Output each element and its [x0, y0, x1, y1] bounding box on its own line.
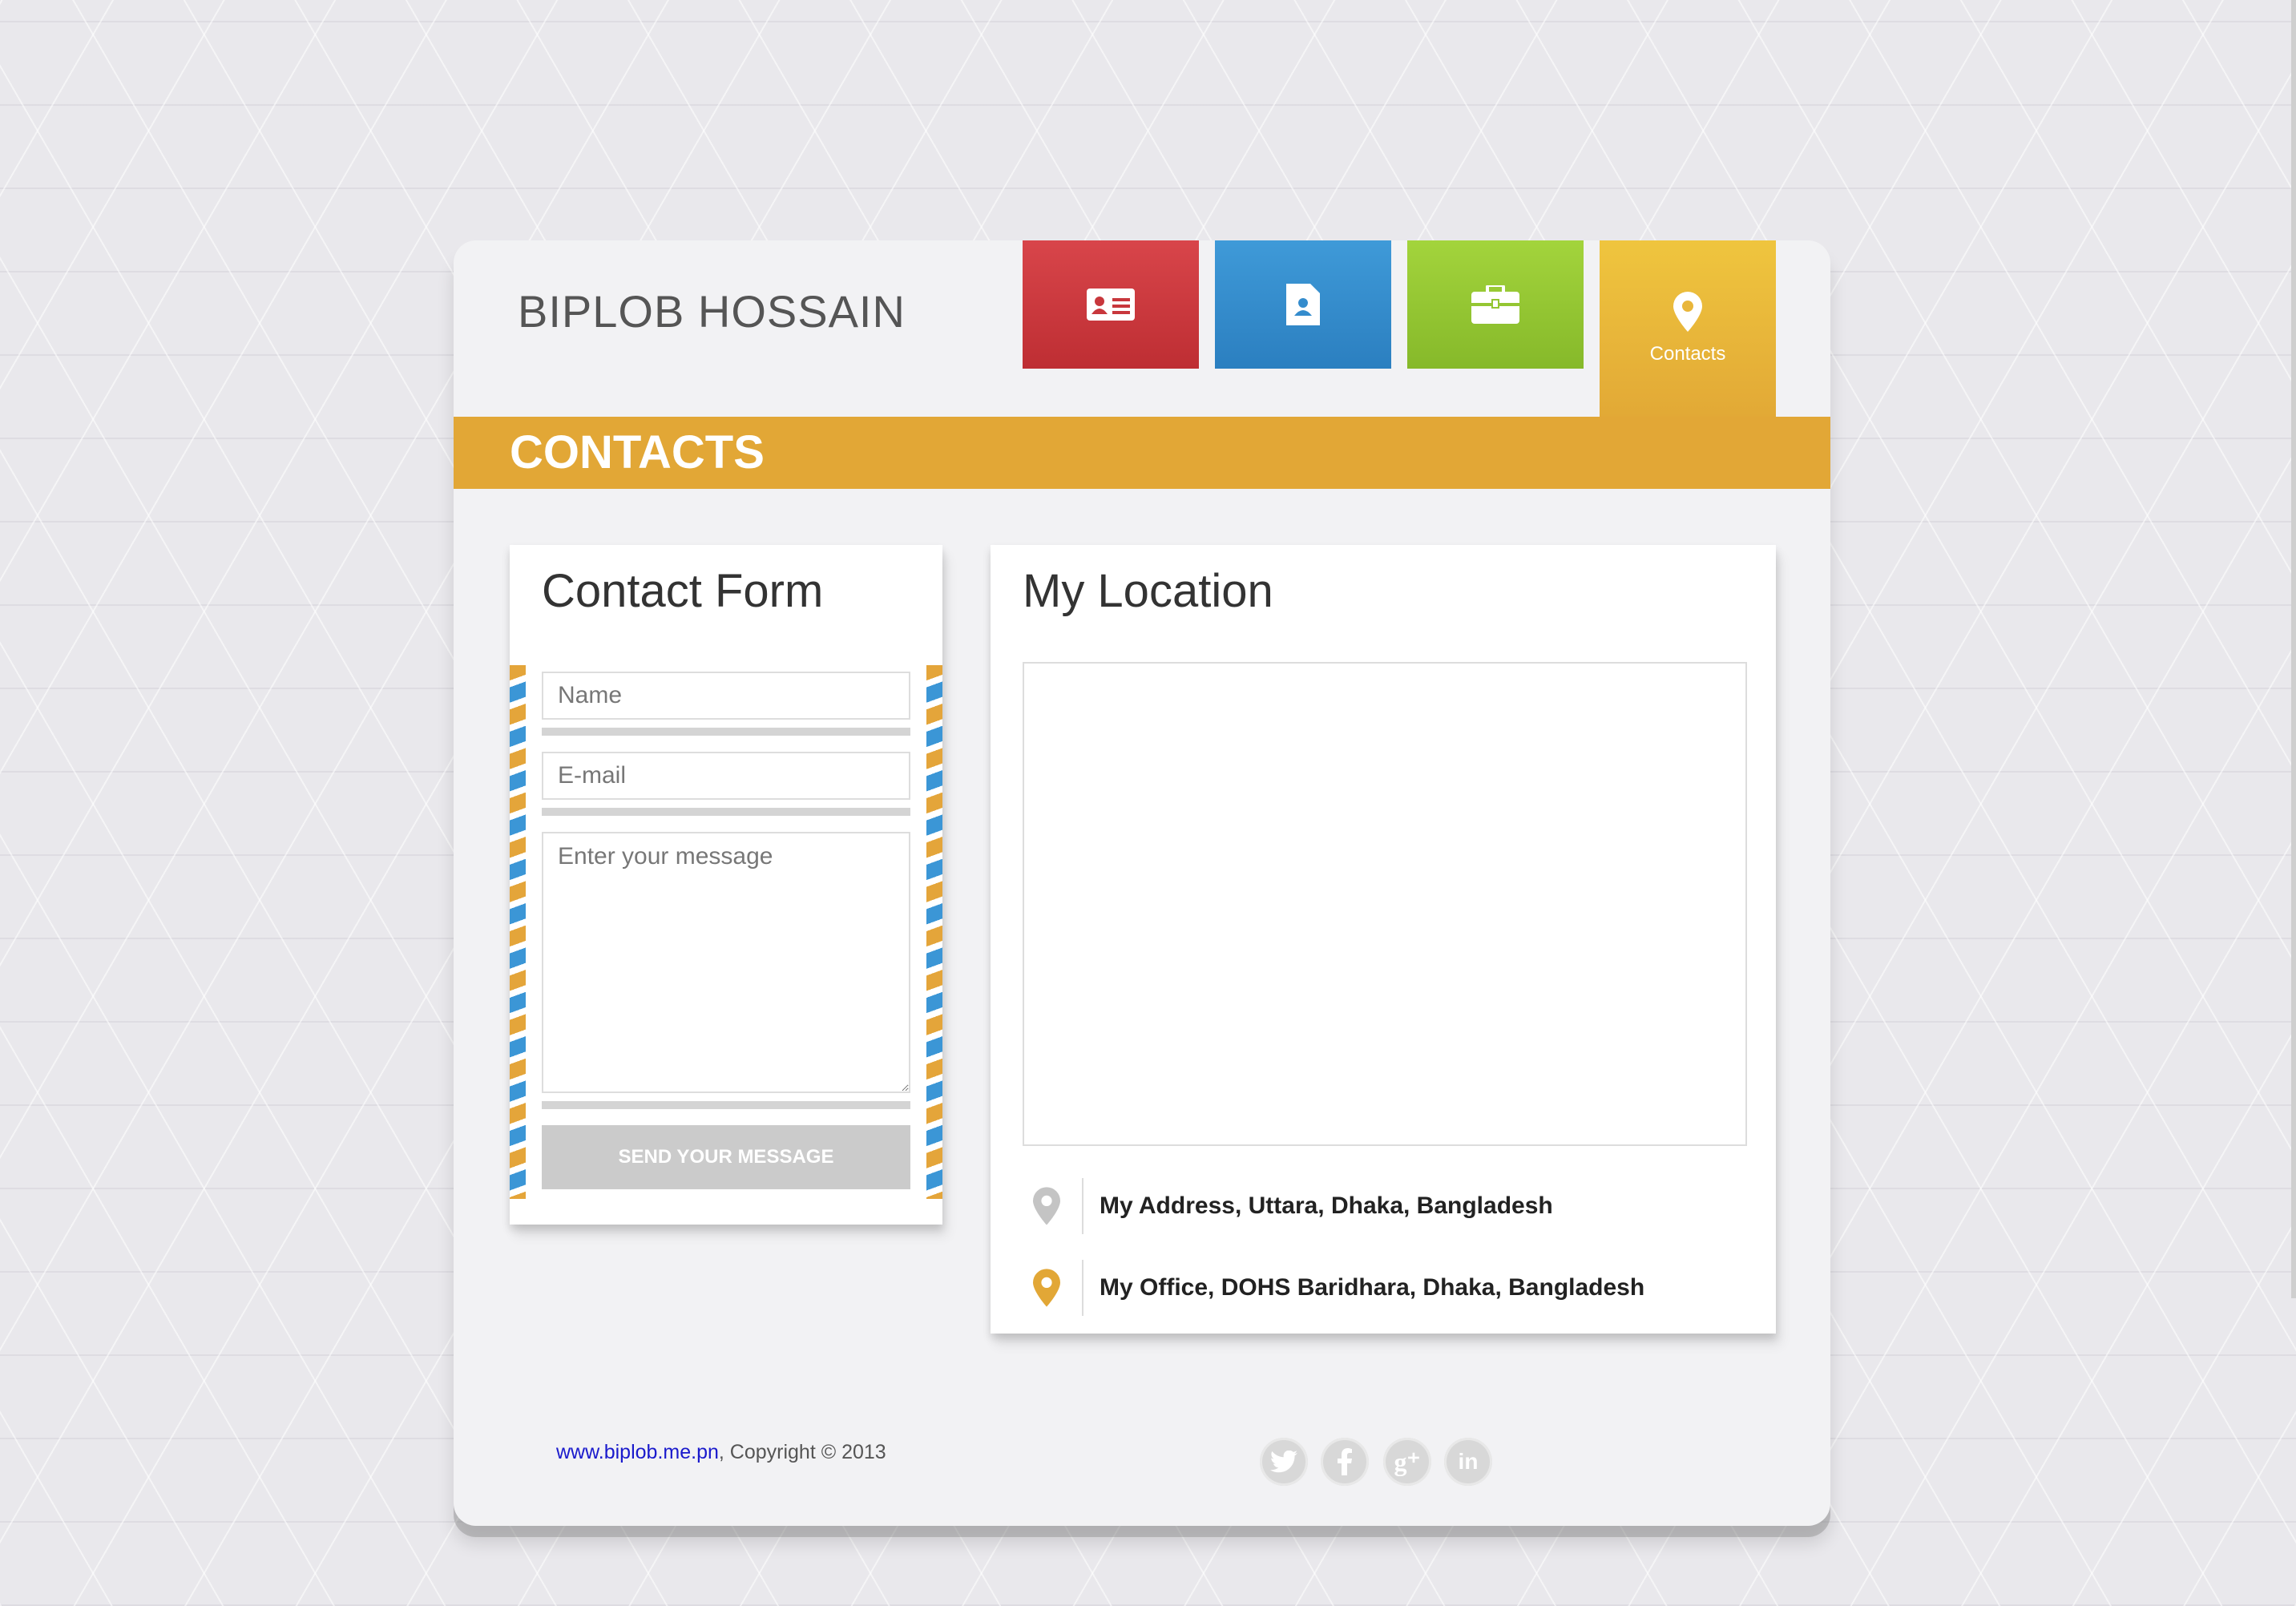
nav-tile-resume[interactable] [1215, 240, 1391, 369]
resume-document-icon [1286, 284, 1320, 325]
message-textarea[interactable] [542, 832, 910, 1093]
field-underline [542, 728, 910, 736]
footer-copyright: www.biplob.me.pn, Copyright © 2013 [556, 1441, 886, 1464]
footer-site-link[interactable]: www.biplob.me.pn [556, 1441, 719, 1463]
gray-pin-icon [1033, 1187, 1060, 1225]
contact-form-panel: Contact Form SEND YOUR MESSAGE [510, 545, 942, 1225]
field-underline [542, 1101, 910, 1109]
airmail-stripe-right [926, 665, 942, 1199]
email-input[interactable] [542, 752, 910, 800]
location-panel: My Location My Address, Uttara, Dhaka, B… [991, 545, 1776, 1334]
map-pin-icon [1673, 292, 1702, 332]
twitter-icon [1270, 1451, 1297, 1473]
nav-tile-portfolio[interactable] [1407, 240, 1584, 369]
address-row-home: My Address, Uttara, Dhaka, Bangladesh [1023, 1178, 1744, 1234]
linkedin-icon: in [1458, 1449, 1479, 1474]
main-card: BIPLOB HOSSAIN Contacts CONTACTS Contact… [454, 240, 1830, 1526]
send-message-button[interactable]: SEND YOUR MESSAGE [542, 1125, 910, 1189]
field-underline [542, 808, 910, 816]
location-title: My Location [1023, 565, 1273, 617]
site-name: BIPLOB HOSSAIN [518, 286, 906, 337]
orange-pin-icon [1033, 1269, 1060, 1307]
page-title: CONTACTS [454, 417, 1830, 489]
briefcase-icon [1471, 285, 1519, 324]
facebook-icon [1338, 1448, 1352, 1475]
contact-form-title: Contact Form [542, 565, 824, 617]
office-address-text: My Office, DOHS Baridhara, Dhaka, Bangla… [1100, 1274, 1645, 1301]
divider [1082, 1260, 1083, 1316]
google-plus-icon: g⁺ [1394, 1447, 1421, 1476]
name-input[interactable] [542, 672, 910, 720]
nav-tile-profile[interactable] [1023, 240, 1199, 369]
facebook-button[interactable] [1321, 1438, 1369, 1486]
twitter-button[interactable] [1260, 1438, 1308, 1486]
page-scrollbar[interactable] [2291, 0, 2296, 1298]
linkedin-button[interactable]: in [1444, 1438, 1492, 1486]
airmail-stripe-left [510, 665, 526, 1199]
google-plus-button[interactable]: g⁺ [1383, 1438, 1431, 1486]
copyright-text: , Copyright © 2013 [718, 1441, 886, 1463]
tab-contacts-label: Contacts [1649, 343, 1726, 365]
address-row-office: My Office, DOHS Baridhara, Dhaka, Bangla… [1023, 1260, 1744, 1316]
id-card-icon [1087, 289, 1135, 321]
map-area[interactable] [1023, 662, 1747, 1146]
nav-tile-contacts[interactable]: Contacts [1600, 240, 1776, 417]
home-address-text: My Address, Uttara, Dhaka, Bangladesh [1100, 1192, 1553, 1219]
divider [1082, 1178, 1083, 1234]
